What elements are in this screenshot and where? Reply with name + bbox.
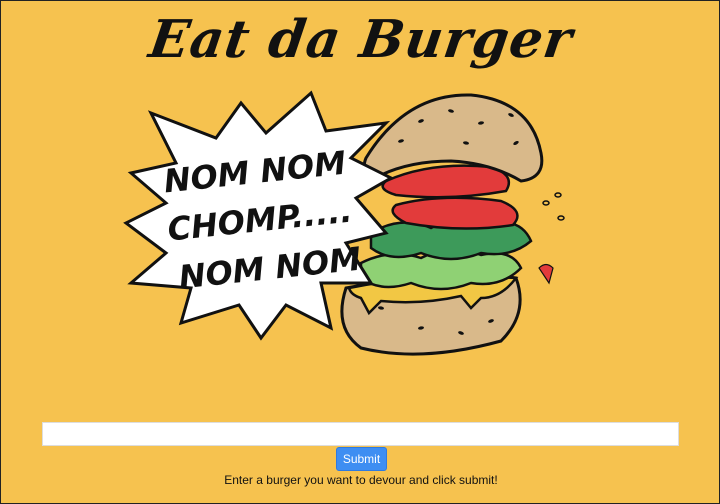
- submit-button[interactable]: Submit: [336, 447, 387, 471]
- burger-nomnom-icon: NOM NOM CHOMP..... NOM NOM: [123, 90, 565, 356]
- tomato-upper: [381, 164, 511, 199]
- page-title: Eat da Burger: [145, 9, 577, 70]
- crumbs: [538, 192, 565, 285]
- burger-name-input[interactable]: [42, 422, 679, 446]
- tomato-lower: [391, 196, 519, 230]
- instruction-text: Enter a burger you want to devour and cl…: [224, 473, 498, 487]
- burger-illustration: NOM NOM CHOMP..... NOM NOM: [121, 83, 591, 363]
